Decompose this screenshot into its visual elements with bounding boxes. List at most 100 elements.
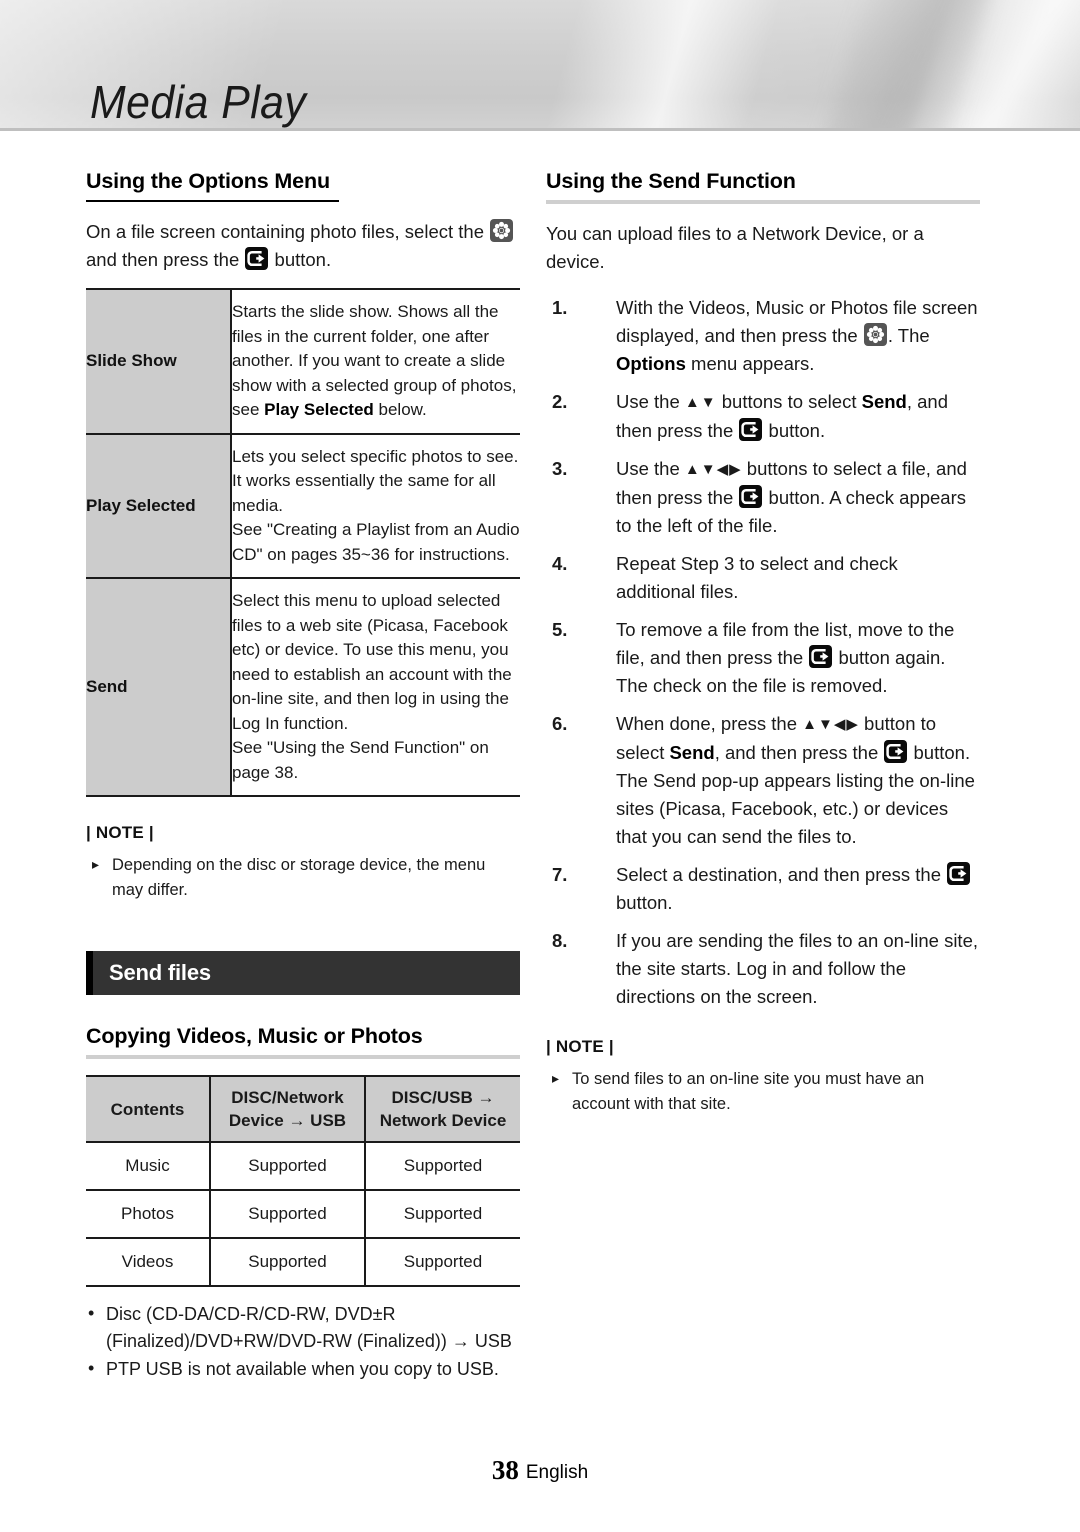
cell-content-type: Photos: [86, 1189, 211, 1238]
gear-icon: [863, 323, 887, 346]
note-item: Depending on the disc or storage device,…: [86, 852, 520, 903]
table-header-row: Contents DISC/Network Device → USB DISC/…: [86, 1075, 520, 1142]
step-number: 3.: [552, 458, 568, 479]
header-line1: DISC/Network: [231, 1088, 344, 1107]
step-item: 2. Use the ▲▼ buttons to select Send, and…: [546, 388, 980, 445]
section-title-text: Send files: [109, 960, 211, 985]
cell-support-col3: Supported: [365, 1141, 520, 1190]
page-language: English: [525, 1462, 589, 1483]
step-number: 2.: [552, 391, 568, 412]
header-line2: Network Device: [379, 1111, 507, 1130]
cell-support-col2: Supported: [210, 1189, 366, 1238]
note-item: To send files to an on-line site you mus…: [546, 1066, 980, 1117]
step-text: The check on the file is removed.: [616, 675, 888, 696]
step-item: 3. Use the ▲▼◀▶ buttons to select a file,…: [546, 455, 980, 540]
cell-support-col3: Supported: [365, 1237, 520, 1287]
table-row: Play Selected Lets you select specific p…: [86, 432, 520, 578]
cell-content-type: Videos: [86, 1237, 211, 1287]
section-title-bar-send-files: Send files: [86, 951, 520, 995]
header-line1: DISC/USB →: [391, 1088, 495, 1107]
step-text: Use the: [616, 458, 685, 479]
step-text-emphasis: Send: [861, 391, 907, 412]
heading-using-options-menu: Using the Options Menu: [86, 169, 330, 193]
option-label-play-selected: Play Selected: [86, 432, 232, 578]
desc-line2: See "Using the Send Function" on page 38…: [232, 738, 489, 782]
step-text: . The: [887, 325, 930, 346]
step-text: Select a destination, and then press the: [616, 864, 947, 885]
enter-icon: [809, 645, 833, 668]
column-header-disc-usb-to-network: DISC/USB → Network Device: [365, 1075, 520, 1142]
options-menu-intro: On a file screen containing photo files,…: [86, 218, 520, 274]
copy-notes-list: Disc (CD-DA/CD-R/CD-RW, DVD±R (Finalized…: [86, 1300, 520, 1383]
page-number: 38: [491, 1455, 519, 1485]
enter-icon: [245, 247, 269, 270]
column-header-disc-network-to-usb: DISC/Network Device → USB: [210, 1075, 366, 1142]
note-list-right: To send files to an on-line site you mus…: [546, 1066, 980, 1117]
enter-icon: [884, 740, 908, 763]
note-list-left: Depending on the disc or storage device,…: [86, 852, 520, 903]
table-row: Slide Show Starts the slide show. Shows …: [86, 288, 520, 434]
step-number: 8.: [552, 930, 568, 951]
contents-support-table: Contents DISC/Network Device → USB DISC/…: [86, 1075, 520, 1287]
gear-icon: [490, 219, 514, 242]
step-text: buttons to select: [716, 391, 862, 412]
send-function-intro: You can upload files to a Network Device…: [546, 223, 924, 272]
step-text: Use the: [616, 391, 685, 412]
chapter-title: Media Play: [90, 76, 307, 128]
step-item: 1. With the Videos, Music or Photos file …: [546, 294, 980, 378]
table-row: Videos Supported Supported: [86, 1237, 520, 1287]
direction-arrows-icon: ▲▼◀▶: [684, 461, 742, 478]
step-number: 5.: [552, 619, 568, 640]
table-row: Send Select this menu to upload selected…: [86, 577, 520, 797]
option-desc-play-selected: Lets you select specific photos to see. …: [231, 432, 520, 578]
desc-line2: See "Creating a Playlist from an Audio C…: [232, 520, 520, 564]
header-divider: [0, 128, 1080, 131]
desc-lead: Lets you select specific photos to see. …: [232, 446, 519, 515]
enter-icon: [947, 862, 971, 885]
intro-text-part3: button.: [274, 249, 332, 270]
cell-content-type: Music: [86, 1141, 211, 1190]
direction-arrows-icon: ▲▼◀▶: [802, 716, 859, 733]
column-header-contents: Contents: [86, 1075, 211, 1142]
table-row: Music Supported Supported: [86, 1141, 520, 1190]
step-number: 7.: [552, 864, 568, 885]
step-item: 5. To remove a file from the list, move t…: [546, 616, 980, 700]
desc-bold-ref: Play Selected: [264, 400, 374, 419]
desc-tail: below.: [378, 400, 427, 419]
table-row: Photos Supported Supported: [86, 1189, 520, 1238]
direction-arrows-icon: ▲▼: [684, 394, 717, 411]
step-text: , and then press the: [714, 742, 884, 763]
heading-underline-gray: [86, 1055, 520, 1059]
step-number: 1.: [552, 297, 568, 318]
option-label-slide-show: Slide Show: [86, 288, 232, 434]
step-text: Repeat Step 3 to select and check additi…: [616, 553, 898, 602]
step-text: button.: [616, 892, 673, 913]
send-function-steps: 1. With the Videos, Music or Photos file …: [546, 294, 980, 1011]
right-column: Using the Send Function You can upload f…: [546, 168, 980, 1119]
step-text: button.: [763, 420, 826, 441]
list-item: Disc (CD-DA/CD-R/CD-RW, DVD±R (Finalized…: [86, 1300, 520, 1355]
heading-underline: [86, 200, 339, 202]
intro-text-part2: and then press the: [86, 249, 240, 270]
step-item: 8. If you are sending the files to an on-…: [546, 927, 980, 1011]
cell-support-col2: Supported: [210, 1237, 366, 1287]
step-item: 4. Repeat Step 3 to select and check addi…: [546, 550, 980, 606]
step-item: 6. When done, press the ▲▼◀▶ button to se…: [546, 710, 980, 851]
header-line2: Device → USB: [228, 1111, 347, 1130]
desc-lead: Select this menu to upload selected file…: [232, 591, 512, 733]
note-label-right: | NOTE |: [546, 1037, 614, 1056]
step-item: 7. Select a destination, and then press t…: [546, 861, 980, 917]
page-footer: 38 English: [0, 1455, 1080, 1486]
step-text: button again.: [833, 647, 946, 668]
cell-support-col3: Supported: [365, 1189, 520, 1238]
step-number: 6.: [552, 713, 568, 734]
options-menu-table: Slide Show Starts the slide show. Shows …: [86, 288, 520, 797]
step-text: When done, press the: [616, 713, 803, 734]
option-desc-send: Select this menu to upload selected file…: [231, 577, 520, 797]
step-text: menu appears.: [685, 353, 815, 374]
option-label-send: Send: [86, 577, 232, 797]
step-text: If you are sending the files to an on-li…: [616, 930, 978, 1007]
heading-underline-gray: [546, 200, 980, 204]
intro-text-part1: On a file screen containing photo files,…: [86, 221, 484, 242]
left-column: Using the Options Menu On a file screen …: [86, 168, 520, 1384]
